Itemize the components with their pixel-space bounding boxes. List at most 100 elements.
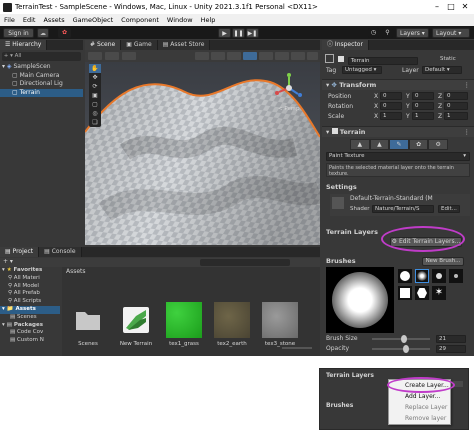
asset-tex3-stone[interactable]: tex3_stone [258,302,302,347]
hierarchy-item-main-camera[interactable]: ▢ Main Camera [0,72,83,81]
brush-soft-round[interactable] [398,269,412,283]
asset-new-terrain[interactable]: New Terrain [114,302,158,347]
layers-dropdown[interactable]: Layers ▾ [396,28,429,38]
layer-dropdown[interactable]: Default ▾ [422,66,462,74]
brush-cloud[interactable] [432,269,446,283]
history-icon[interactable]: ◷ [368,28,379,38]
tree-code-coverage[interactable]: ▤ Code Cov [0,329,60,337]
layout-dropdown[interactable]: Layout ▾ [432,28,470,38]
scale-z[interactable]: 1 [444,112,468,120]
tree-custom-nunit[interactable]: ▤ Custom N [0,337,60,345]
menu-add-layer[interactable]: Add Layer... [389,391,450,402]
position-y[interactable]: 0 [412,92,434,100]
tree-all-materials[interactable]: ⚲ All Materi [0,275,60,283]
thumbnail-size-slider[interactable] [282,347,312,349]
tree-packages[interactable]: ▾ ▤ Packages [0,322,60,330]
hand-tool-icon[interactable]: ✋ [89,64,101,73]
tree-scenes[interactable]: ▤ Scenes [0,314,60,322]
add-asset-icon[interactable]: + ▾ [3,258,13,265]
object-name-field[interactable]: Terrain [347,57,418,65]
brush-small-dot[interactable] [449,269,463,283]
move-tool-icon[interactable]: ✥ [89,73,101,82]
search-icon[interactable]: ⚲ [382,28,393,38]
paint-texture-icon[interactable]: ✎ [389,139,409,150]
tab-scene[interactable]: # Scene [85,40,122,50]
pause-button[interactable]: ❚❚ [232,28,245,38]
tree-all-scripts[interactable]: ⚲ All Scripts [0,298,60,306]
hierarchy-item-terrain[interactable]: ▢ Terrain [0,88,83,97]
gizmo-persp-label[interactable]: < Persp [278,106,299,112]
brush-square[interactable] [398,286,412,300]
menu-window[interactable]: Window [163,16,197,24]
menu-file[interactable]: File [0,16,19,24]
menu-help[interactable]: Help [197,16,220,24]
paint-details-icon[interactable]: ✿ [408,139,429,150]
terrain-menu-icon[interactable]: ⋮ [464,127,471,138]
rotation-z[interactable]: 0 [444,102,468,110]
terrain-component-header[interactable]: ▾ Terrain ⋮ [322,126,474,137]
terrain-settings-icon[interactable]: ⚙ [428,139,448,150]
tree-all-models[interactable]: ⚲ All Model [0,283,60,291]
terrain-mode-dropdown[interactable]: Paint Texture ▾ [326,152,470,161]
tab-hierarchy[interactable]: ☰ Hierarchy [0,40,48,50]
menu-component[interactable]: Component [117,16,163,24]
custom-tool-icon[interactable]: ❏ [89,118,101,127]
brush-size-field[interactable]: 21 [436,335,466,343]
tab-console[interactable]: ▤ Console [39,247,82,257]
tag-dropdown[interactable]: Untagged ▾ [342,66,382,74]
raise-terrain-icon[interactable]: ▲ [350,139,370,150]
paint-trees-icon[interactable]: ▲ [369,139,390,150]
tab-inspector[interactable]: ⓘ Inspector [322,40,369,50]
menu-gameobject[interactable]: GameObject [69,16,118,24]
brush-star[interactable]: ✶ [432,286,446,300]
brush-size-slider-knob[interactable] [400,335,407,343]
menu-replace-layer[interactable]: Replace Layer [389,402,450,413]
rect-tool-icon[interactable]: ▢ [89,100,101,109]
position-z[interactable]: 0 [444,92,468,100]
transform-tool-icon[interactable]: ◎ [89,109,101,118]
tree-assets[interactable]: ▾ 📁 Assets [0,305,60,314]
component-menu-icon[interactable]: ⋮ [464,80,471,91]
brush-hard-round[interactable] [415,269,429,283]
menu-assets[interactable]: Assets [39,16,68,24]
tab-project[interactable]: ▤ Project [0,247,40,257]
hierarchy-item-directional-light[interactable]: ▢ Directional Lig [0,80,83,89]
opacity-slider[interactable] [372,345,430,353]
scene-viewport[interactable]: < Persp ✋ ✥ ⟳ ▣ ▢ ◎ ❏ [85,62,320,245]
asset-tex1-grass[interactable]: tex1_grass [162,302,206,347]
tree-all-prefabs[interactable]: ⚲ All Prefab [0,290,60,298]
maximize-button[interactable]: □ [444,1,458,12]
scale-y[interactable]: 1 [412,112,434,120]
shader-edit-button[interactable]: Edit... [438,205,460,213]
scale-tool-icon[interactable]: ▣ [89,91,101,100]
asset-tex2-earth[interactable]: tex2_earth [210,302,254,347]
shader-dropdown[interactable]: Nature/Terrain/S [372,205,434,213]
brush-size-slider[interactable] [372,335,430,343]
menu-edit[interactable]: Edit [19,16,40,24]
minimize-button[interactable]: – [430,1,444,12]
opacity-slider-knob[interactable] [403,345,410,353]
project-search-input[interactable] [200,259,290,266]
tab-game[interactable]: ▣ Game [121,40,158,50]
terrain-enabled-checkbox[interactable] [331,128,338,134]
tree-favorites[interactable]: ▾ ★ Favorites [0,267,60,275]
collab-icon[interactable]: ✿ [58,28,71,38]
edit-terrain-layers-button[interactable]: ⚙ Edit Terrain Layers... [390,237,462,247]
hierarchy-item-scene[interactable]: ▾ ◈ SampleScen [0,63,83,72]
rotation-y[interactable]: 0 [412,102,434,110]
step-button[interactable]: ▶❚ [246,28,259,38]
tab-asset-store[interactable]: ▤ Asset Store [157,40,211,50]
close-button[interactable]: ✕ [458,1,472,12]
static-label[interactable]: Static [440,53,456,65]
rotation-x[interactable]: 0 [380,102,402,110]
scale-x[interactable]: 1 [380,112,402,120]
sign-in-button[interactable]: Sign in [3,28,34,38]
rotate-tool-icon[interactable]: ⟳ [89,82,101,91]
play-button[interactable]: ▶ [218,28,231,38]
hierarchy-search[interactable]: + ▾ All [2,52,81,61]
active-checkbox[interactable] [337,55,344,62]
breadcrumb[interactable]: Assets [66,268,86,275]
position-x[interactable]: 0 [380,92,402,100]
menu-create-layer[interactable]: Create Layer... [389,380,450,391]
brush-hexagon[interactable] [415,286,429,300]
